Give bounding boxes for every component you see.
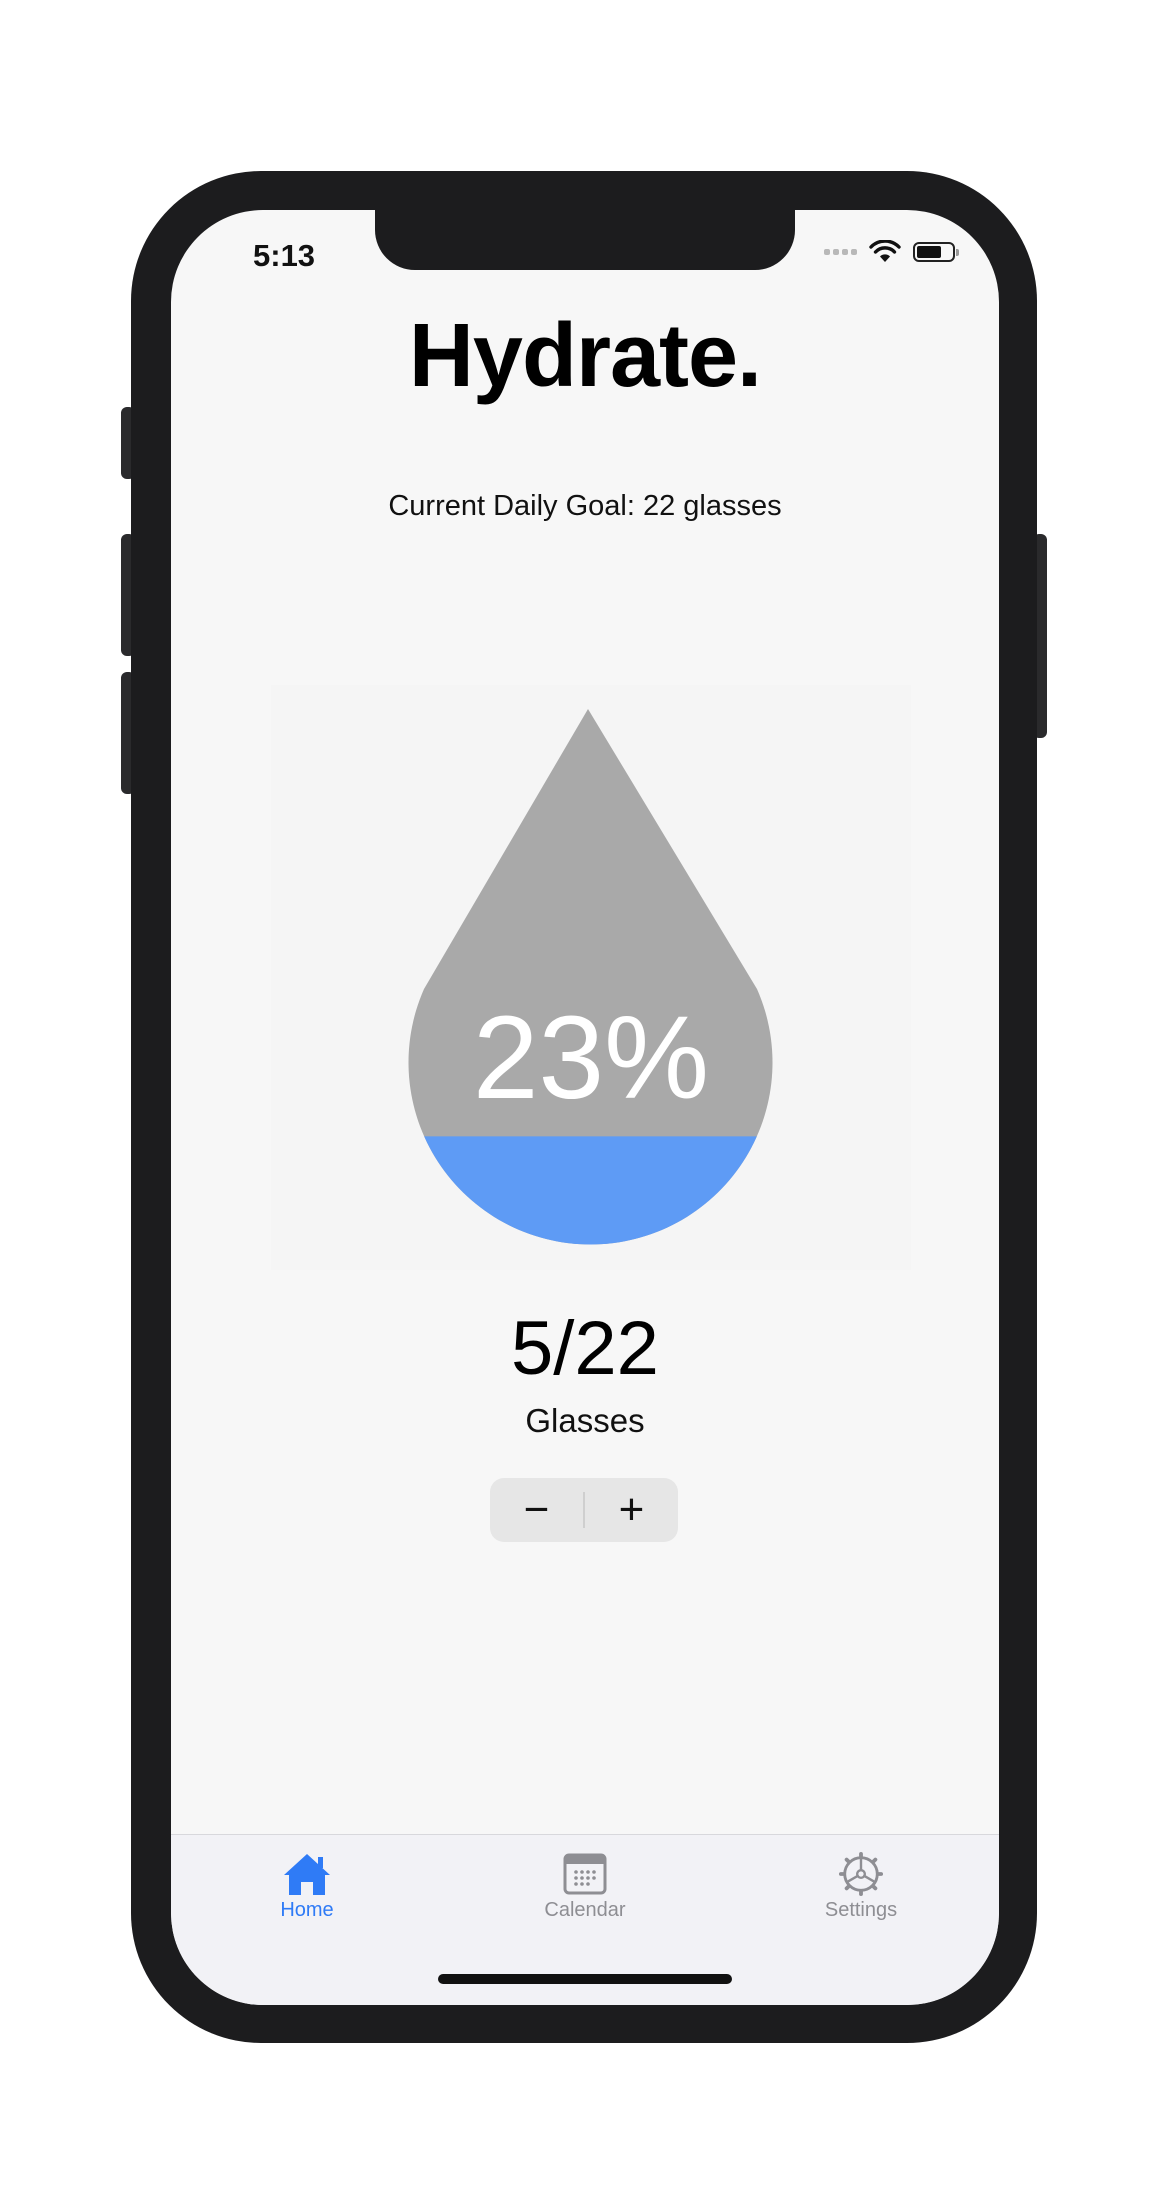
decrement-button[interactable]: −	[490, 1478, 583, 1542]
notch	[375, 210, 795, 270]
tab-calendar[interactable]: Calendar	[495, 1851, 675, 1922]
increment-button[interactable]: +	[585, 1478, 678, 1542]
tab-home[interactable]: Home	[217, 1851, 397, 1922]
water-fill-level	[408, 1136, 773, 1245]
tab-settings[interactable]: Settings	[771, 1851, 951, 1922]
tab-calendar-label: Calendar	[544, 1899, 626, 1921]
water-drop-icon	[408, 709, 773, 1245]
home-indicator[interactable]	[438, 1974, 732, 1984]
battery-icon	[913, 242, 959, 262]
glasses-unit-label: Glasses	[525, 1402, 645, 1439]
cellular-signal-icon	[824, 249, 857, 255]
status-icons	[824, 240, 959, 264]
phone-screen: 5:13 Hydrate. Current Daily Goal: 22 gla…	[171, 210, 999, 2005]
phone-frame: 5:13 Hydrate. Current Daily Goal: 22 gla…	[131, 171, 1037, 2043]
house-icon	[284, 1854, 330, 1895]
tab-home-label: Home	[280, 1899, 334, 1921]
wifi-icon	[869, 240, 901, 262]
water-drop-progress: 23%	[271, 685, 911, 1270]
gear-icon	[838, 1851, 884, 1897]
calendar-icon	[563, 1853, 607, 1895]
glasses-count: 5/22	[511, 1306, 659, 1391]
progress-percent: 23%	[472, 992, 710, 1124]
status-time: 5:13	[253, 238, 316, 273]
daily-goal-label: Current Daily Goal: 22 glasses	[388, 490, 782, 522]
glasses-stepper: − +	[490, 1478, 678, 1542]
app-title: Hydrate.	[408, 306, 762, 406]
tab-settings-label: Settings	[824, 1899, 898, 1921]
